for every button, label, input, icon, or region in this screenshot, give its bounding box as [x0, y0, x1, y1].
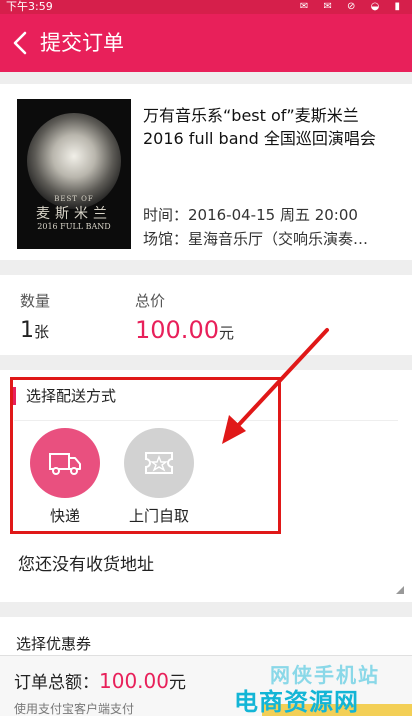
corner-indicator-icon	[396, 586, 404, 594]
no-address-text: 您还没有收货地址	[18, 555, 154, 575]
coupon-row[interactable]: 选择优惠券	[0, 617, 412, 657]
payment-note: 使用支付宝客户端支付	[14, 702, 135, 716]
order-total-value: 100.00	[99, 669, 169, 693]
order-total: 订单总额：100.00元	[14, 668, 186, 693]
order-total-unit: 元	[168, 673, 186, 693]
watermark-line-2: 电商资源网	[234, 688, 359, 716]
order-total-label: 订单总额：	[14, 673, 99, 693]
annotation-arrow	[222, 328, 329, 444]
coupon-label: 选择优惠券	[16, 635, 92, 653]
shipping-address-row[interactable]: 您还没有收货地址	[0, 536, 412, 602]
